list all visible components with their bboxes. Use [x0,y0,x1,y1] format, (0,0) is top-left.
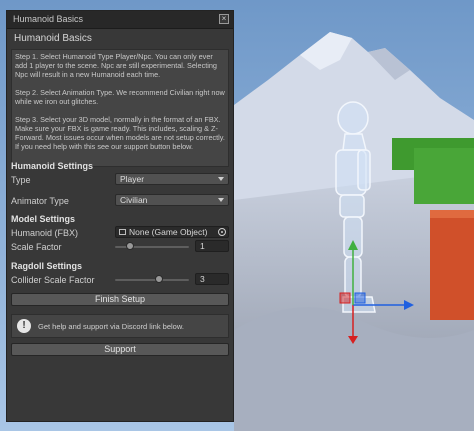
humanoid-fbx-field[interactable]: None (Game Object) [115,226,229,238]
model-settings-heading: Model Settings [11,214,76,224]
type-label: Type [11,175,31,185]
chevron-down-icon [218,177,224,181]
collider-scale-slider[interactable] [115,279,189,281]
collider-scale-slider-thumb[interactable] [155,275,164,283]
humanoid-basics-window: Humanoid Basics × Humanoid Basics Step 1… [6,10,234,422]
type-dropdown[interactable]: Player [115,173,229,185]
support-button[interactable]: Support [11,343,229,356]
info-icon: ! [17,319,31,333]
humanoid-settings-heading: Humanoid Settings [11,161,94,171]
instruction-step-2: Step 2. Select Animation Type. We recomm… [15,88,225,106]
scale-factor-label: Scale Factor [11,242,62,252]
support-info-text: Get help and support via Discord link be… [38,322,184,331]
animator-type-label: Animator Type [11,196,69,206]
page-title: Humanoid Basics [14,33,92,44]
humanoid-fbx-label: Humanoid (FBX) [11,228,79,238]
orange-block [430,210,474,320]
instruction-step-1: Step 1. Select Humanoid Type Player/Npc.… [15,52,217,79]
close-icon[interactable]: × [219,14,229,24]
scale-factor-slider-thumb[interactable] [125,242,134,250]
collider-scale-input[interactable]: 3 [195,273,229,285]
green-block-front [414,148,474,204]
support-info-box: ! Get help and support via Discord link … [11,314,229,338]
window-title: Humanoid Basics [13,14,84,24]
animator-type-value: Civilian [120,195,148,205]
animator-type-dropdown[interactable]: Civilian [115,194,229,206]
humanoid-fbx-value: None (Game Object) [129,227,208,237]
chevron-down-icon [218,198,224,202]
instructions-box: Step 1. Select Humanoid Type Player/Npc.… [11,49,229,167]
type-dropdown-value: Player [120,174,145,184]
instruction-step-3: Step 3. Select your 3D model, normally i… [15,115,225,151]
window-titlebar[interactable]: Humanoid Basics × [7,11,233,29]
finish-setup-button[interactable]: Finish Setup [11,293,229,306]
ragdoll-settings-heading: Ragdoll Settings [11,261,83,271]
scale-factor-input[interactable]: 1 [195,240,229,252]
collider-scale-label: Collider Scale Factor [11,275,95,285]
object-picker-icon[interactable] [218,228,226,236]
game-object-icon [119,229,126,235]
